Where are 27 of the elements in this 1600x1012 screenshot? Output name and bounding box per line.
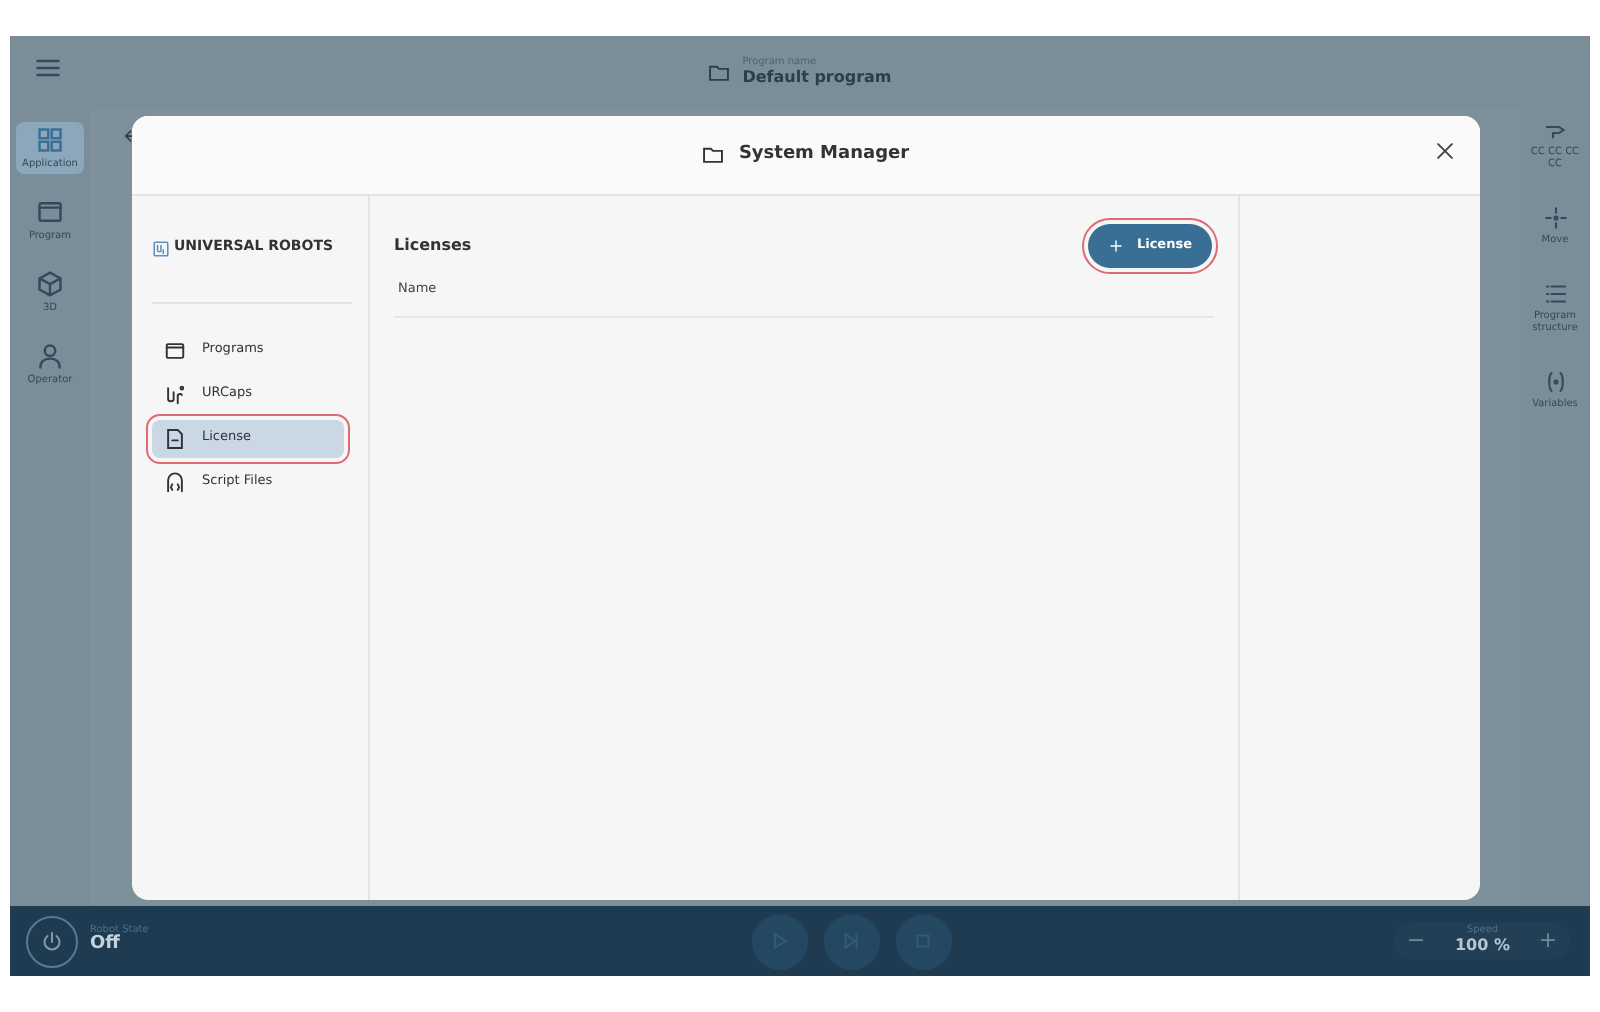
robot-state: Off [90, 936, 122, 957]
power-icon [40, 929, 64, 953]
window-icon [36, 198, 64, 226]
list-icon [1543, 282, 1567, 306]
speed-value: 100 % [1454, 937, 1510, 956]
folder-icon [708, 62, 731, 84]
urcaps-icon [164, 383, 186, 405]
increase-speed-button[interactable] [1537, 930, 1558, 951]
cube-icon [36, 270, 64, 298]
dialog-title: System Manager [738, 141, 910, 168]
folder-icon [702, 144, 725, 166]
move-icon [1543, 206, 1567, 230]
document-icon [164, 427, 186, 449]
close-icon [1434, 140, 1456, 162]
menu-icon [34, 54, 62, 82]
plus-icon [1108, 237, 1125, 254]
window-icon [164, 339, 186, 361]
script-icon [164, 471, 186, 493]
person-icon [36, 342, 64, 370]
logo-icon [152, 239, 170, 257]
program-name: Default program [742, 69, 892, 88]
menu-button[interactable] [34, 54, 62, 82]
plus-icon [1537, 930, 1558, 951]
variable-icon [1543, 370, 1567, 394]
section-heading: Licenses [394, 233, 472, 258]
power-button[interactable] [26, 915, 78, 967]
grid-icon [36, 126, 64, 154]
